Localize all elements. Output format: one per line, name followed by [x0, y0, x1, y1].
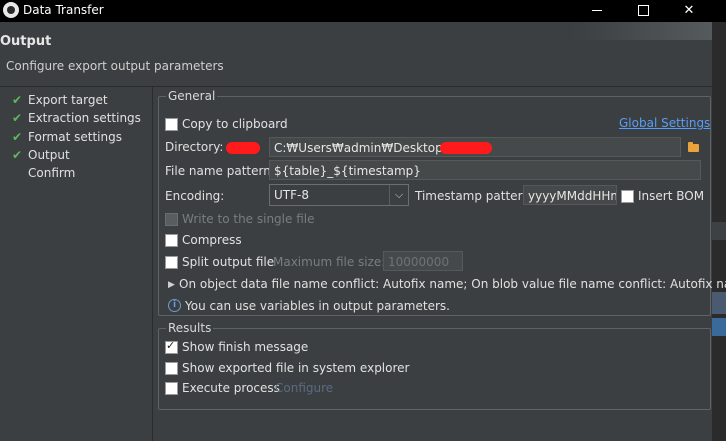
maximize-button[interactable]: [620, 0, 666, 22]
max-file-size-label: Maximum file size:: [273, 255, 386, 269]
write-single-file-checkbox[interactable]: Write to the single file: [165, 210, 314, 228]
variables-info-text: You can use variables in output paramete…: [185, 299, 450, 313]
step-label: Output: [28, 148, 70, 162]
configure-link[interactable]: Configure: [275, 381, 333, 395]
check-icon: ✔: [12, 93, 23, 107]
show-finish-message-checkbox[interactable]: Show finish message: [165, 338, 308, 356]
general-legend: General: [166, 89, 218, 103]
step-label: Format settings: [28, 130, 122, 144]
file-name-pattern-field[interactable]: ${table}_${timestamp}: [269, 160, 701, 180]
insert-bom-checkbox[interactable]: Insert BOM: [621, 187, 704, 205]
copy-to-clipboard-checkbox[interactable]: Copy to clipboard: [165, 115, 288, 133]
general-group: General Copy to clipboard Global Setting…: [158, 89, 726, 316]
info-icon: i: [168, 299, 181, 312]
file-name-pattern-label: File name pattern:: [165, 164, 275, 178]
step-export-target[interactable]: ✔ Export target: [12, 91, 108, 109]
minimize-icon: [592, 10, 602, 11]
folder-icon[interactable]: [688, 142, 699, 152]
encoding-select[interactable]: UTF-8 ⌵: [269, 184, 409, 206]
page-title: Output: [0, 34, 52, 49]
execute-process-checkbox[interactable]: Execute process: [165, 379, 280, 397]
minimize-button[interactable]: [574, 0, 620, 22]
close-button[interactable]: ✕: [666, 0, 712, 22]
maximize-icon: [637, 5, 649, 16]
background-strip-b: [712, 292, 726, 314]
window-title: Data Transfer: [23, 3, 104, 17]
conflict-resolution-text[interactable]: On object data file name conflict: Autof…: [179, 275, 726, 293]
background-window-edge: [712, 22, 726, 441]
directory-label: Directory:: [165, 140, 224, 154]
show-exported-file-checkbox[interactable]: Show exported file in system explorer: [165, 359, 409, 377]
step-label: Confirm: [28, 166, 76, 180]
close-icon: ✕: [683, 3, 695, 18]
step-label: Extraction settings: [28, 111, 141, 125]
results-group: Results Show finish message Show exporte…: [158, 321, 711, 410]
step-extraction-settings[interactable]: ✔ Extraction settings: [12, 109, 141, 127]
output-settings-panel: General Copy to clipboard Global Setting…: [153, 87, 726, 441]
background-strip-c: [712, 318, 726, 336]
split-output-file-checkbox[interactable]: Split output file: [165, 253, 274, 271]
compress-checkbox[interactable]: Compress: [165, 231, 242, 249]
title-bar: Data Transfer ✕: [0, 0, 726, 22]
results-legend: Results: [166, 321, 214, 335]
step-format-settings[interactable]: ✔ Format settings: [12, 128, 122, 146]
step-output[interactable]: ✔ Output: [12, 146, 70, 164]
wizard-steps: ✔ Export target ✔ Extraction settings ✔ For…: [0, 87, 153, 441]
global-settings-link[interactable]: Global Settings: [619, 116, 710, 130]
check-icon: ✔: [12, 148, 23, 162]
expand-triangle-icon[interactable]: ▶: [168, 280, 175, 290]
step-confirm[interactable]: Confirm: [12, 164, 75, 182]
redaction-mark: [440, 142, 492, 154]
chevron-down-icon: ⌵: [389, 185, 408, 205]
app-icon: [3, 2, 19, 18]
check-icon: ✔: [12, 130, 23, 144]
encoding-label: Encoding:: [165, 189, 225, 203]
background-strip-a: [712, 222, 726, 240]
redaction-mark: [226, 142, 260, 154]
page-subtitle: Configure export output parameters: [6, 59, 224, 73]
page-header: Output Configure export output parameter…: [0, 22, 712, 86]
step-label: Export target: [28, 93, 108, 107]
max-file-size-field[interactable]: 10000000: [383, 251, 463, 271]
timestamp-pattern-field[interactable]: yyyyMMddHHm: [523, 185, 617, 205]
check-icon: ✔: [12, 111, 23, 125]
timestamp-pattern-label: Timestamp pattern:: [415, 189, 534, 203]
